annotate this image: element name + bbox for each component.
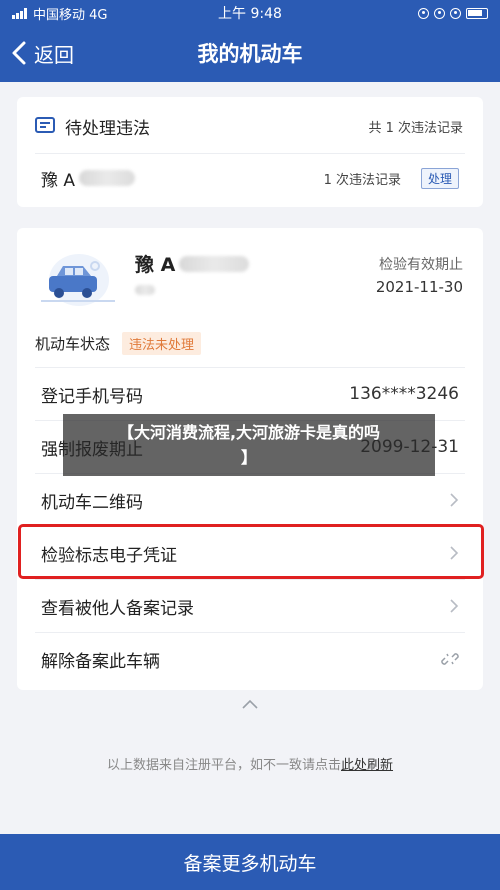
list-item-unbind-vehicle[interactable]: 解除备案此车辆 bbox=[17, 633, 483, 685]
unlink-icon bbox=[441, 650, 459, 668]
list-item-inspection-certificate[interactable]: 检验标志电子凭证 bbox=[17, 527, 483, 579]
page-title: 我的机动车 bbox=[197, 42, 303, 66]
signal-icon bbox=[12, 7, 27, 19]
pending-violation-row[interactable]: 豫 A 1 次违法记录 处理 bbox=[17, 159, 483, 197]
alarm-icon bbox=[434, 7, 445, 19]
list-item-filing-records[interactable]: 查看被他人备案记录 bbox=[17, 580, 483, 632]
vehicle-plate: 豫 A bbox=[135, 254, 176, 276]
list-item-phone[interactable]: 登记手机号码 136****3246 bbox=[17, 368, 483, 420]
list-icon bbox=[35, 117, 57, 135]
nav-bar: 返回 我的机动车 bbox=[0, 30, 500, 76]
overlay-line-1: 【大河消费流程,大河旅游卡是真的吗 bbox=[117, 423, 381, 442]
chevron-right-icon bbox=[449, 492, 459, 508]
car-icon bbox=[35, 246, 123, 310]
footer-note-text: 以上数据来自注册平台，如不一致请点击 bbox=[106, 758, 341, 773]
list-item-qr-code[interactable]: 机动车二维码 bbox=[17, 474, 483, 526]
inspection-certificate-label: 检验标志电子凭证 bbox=[41, 545, 177, 566]
pending-title: 待处理违法 bbox=[65, 118, 150, 139]
plate-sub-mask bbox=[135, 285, 155, 295]
overlay-line-2: 】 bbox=[240, 448, 257, 467]
plate-mask bbox=[179, 255, 250, 272]
phone-label: 登记手机号码 bbox=[41, 386, 143, 407]
caption-overlay: 【大河消费流程,大河旅游卡是真的吗 】 bbox=[63, 414, 435, 476]
filing-records-label: 查看被他人备案记录 bbox=[41, 598, 194, 619]
violation-count: 1 次违法记录 bbox=[323, 172, 401, 188]
phone-value: 136****3246 bbox=[349, 384, 459, 404]
pending-plate: 豫 A bbox=[41, 170, 76, 191]
carrier-text: 中国移动 4G bbox=[33, 7, 108, 23]
refresh-link[interactable]: 此处刷新 bbox=[341, 758, 393, 773]
pending-violations-card: 待处理违法 共 1 次违法记录 豫 A 1 次违法记录 处理 bbox=[17, 97, 483, 207]
unbind-vehicle-label: 解除备案此车辆 bbox=[41, 651, 160, 672]
chevron-right-icon bbox=[449, 598, 459, 614]
inspection-expiry: 检验有效期止 2021-11-30 bbox=[376, 254, 463, 296]
add-vehicle-button[interactable]: 备案更多机动车 bbox=[0, 834, 500, 890]
chevron-right-icon bbox=[449, 545, 459, 561]
battery-icon bbox=[466, 7, 488, 19]
plate-mask bbox=[79, 170, 136, 186]
status-time: 上午 9:48 bbox=[218, 6, 282, 22]
header: 中国移动 4G 上午 9:48 返回 我的机动车 bbox=[0, 0, 500, 82]
inspection-label: 检验有效期止 bbox=[379, 257, 463, 273]
status-bar: 中国移动 4G 上午 9:48 bbox=[0, 0, 500, 26]
handle-button[interactable]: 处理 bbox=[420, 167, 459, 189]
chevron-up-icon[interactable] bbox=[240, 697, 260, 711]
qr-code-label: 机动车二维码 bbox=[41, 492, 143, 513]
pending-summary: 共 1 次违法记录 bbox=[368, 120, 463, 136]
location-icon bbox=[418, 7, 429, 19]
vehicle-status-label: 机动车状态 bbox=[35, 334, 111, 353]
footer-note: 以上数据来自注册平台，如不一致请点击此处刷新 bbox=[0, 754, 500, 773]
inspection-date: 2021-11-30 bbox=[375, 278, 463, 296]
status-badge: 违法未处理 bbox=[122, 331, 202, 355]
headphone-icon bbox=[450, 7, 461, 19]
